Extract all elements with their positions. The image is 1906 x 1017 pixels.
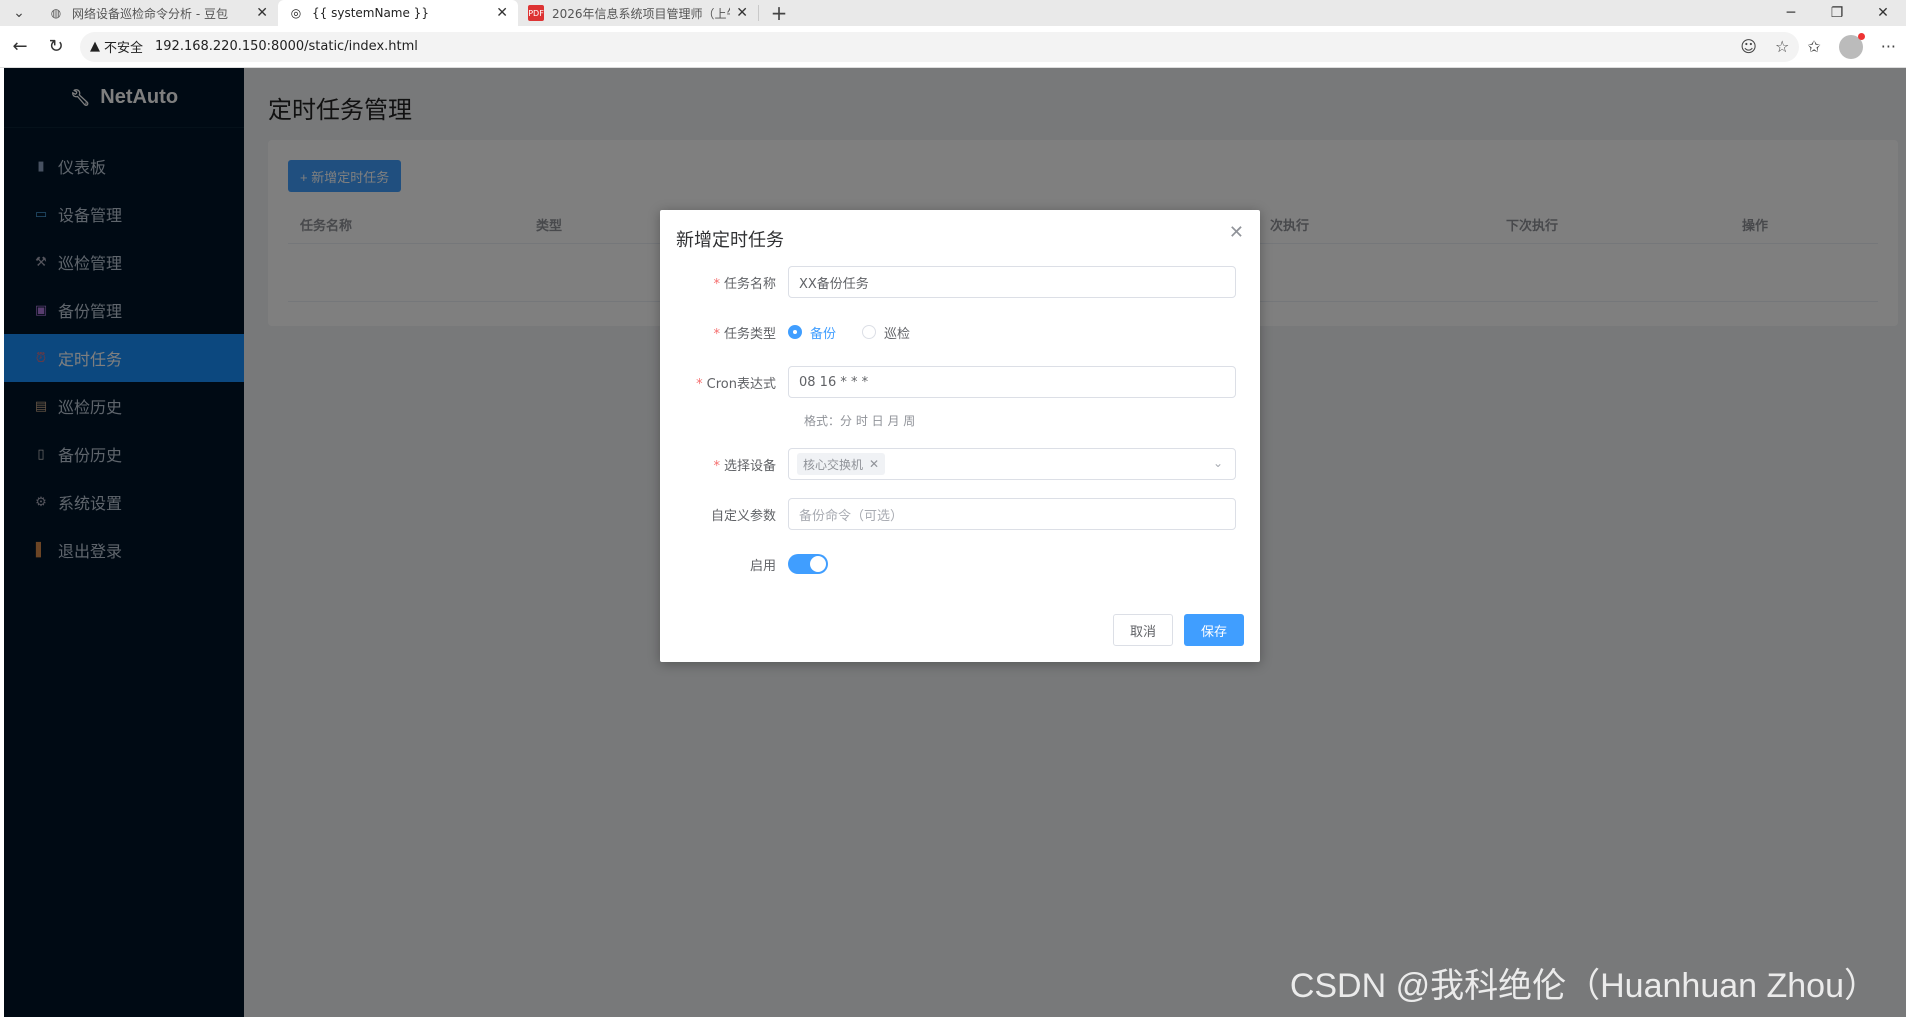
favorite-star-icon[interactable]: ☆	[1775, 37, 1789, 56]
tab-close-icon[interactable]: ✕	[256, 5, 268, 21]
warning-icon: ▲	[90, 39, 100, 54]
tab-close-icon[interactable]: ✕	[496, 5, 508, 21]
field-label: * 选择设备	[713, 458, 776, 474]
tag-close-icon[interactable]: ✕	[869, 457, 879, 471]
cron-input[interactable]: 08 16 * * *	[788, 366, 1236, 398]
security-label: 不安全	[104, 41, 144, 56]
form-row-name: * 任务名称 XX备份任务	[660, 266, 1260, 298]
device-select[interactable]: 核心交换机 ✕ ⌄	[788, 448, 1236, 480]
close-window-icon[interactable]: ✕	[1860, 0, 1906, 26]
task-name-input[interactable]: XX备份任务	[788, 266, 1236, 298]
pdf-icon: PDF	[528, 5, 544, 21]
field-label: 启用	[749, 558, 776, 574]
doubao-icon: ◍	[50, 6, 62, 20]
tab-title: {{ systemName }}	[312, 6, 429, 20]
watermark: CSDN @我科绝伦（Huanhuan Zhou）	[1289, 967, 1878, 1005]
browser-tab-2[interactable]: ◎ {{ systemName }} ✕	[278, 0, 518, 26]
browser-tab-bar: ⌄ ◍ 网络设备巡检命令分析 - 豆包 ✕ ◎ {{ systemName }}…	[0, 0, 1906, 26]
profile-avatar-icon[interactable]	[1838, 32, 1865, 59]
form-row-enable: 启用	[660, 548, 1260, 580]
enable-switch[interactable]	[788, 554, 828, 574]
tab-close-icon[interactable]: ✕	[736, 5, 748, 21]
cancel-button[interactable]: 取消	[1113, 614, 1173, 646]
radio-inspection[interactable]: 巡检	[862, 323, 910, 342]
url-text[interactable]: 192.168.220.150:8000/static/index.html	[155, 39, 1740, 54]
form-row-cron: * Cron表达式 08 16 * * *	[660, 366, 1260, 398]
add-task-dialog: 新增定时任务 ✕ * 任务名称 XX备份任务 * 任务类型 备份 巡检 * Cron表…	[660, 210, 1260, 662]
restore-icon[interactable]: ❐	[1814, 0, 1860, 26]
address-bar: ← ↻ ▲ 不安全 192.168.220.150:8000/static/in…	[0, 26, 1906, 68]
field-label: 自定义参数	[710, 508, 776, 524]
form-row-custom: 自定义参数 备份命令（可选）	[660, 498, 1260, 530]
tab-title: 2026年信息系统项目管理师（上午	[552, 6, 731, 21]
field-label: * Cron表达式	[696, 376, 776, 392]
form-row-devices: * 选择设备 核心交换机 ✕ ⌄	[660, 448, 1260, 480]
tab-list-chevron-icon[interactable]: ⌄	[0, 0, 38, 26]
back-arrow-icon[interactable]: ←	[4, 31, 36, 63]
radio-dot-icon	[862, 325, 877, 339]
chevron-down-icon: ⌄	[1212, 456, 1223, 470]
minimize-icon[interactable]: ─	[1768, 0, 1814, 26]
save-button[interactable]: 保存	[1184, 614, 1244, 646]
close-icon[interactable]: ✕	[1229, 222, 1244, 243]
device-tag: 核心交换机 ✕	[797, 453, 886, 475]
field-label: * 任务类型	[713, 326, 776, 342]
browser-tab-3[interactable]: PDF 2026年信息系统项目管理师（上午 ✕	[518, 0, 758, 26]
new-tab-icon[interactable]: +	[759, 0, 799, 26]
url-field[interactable]: ▲ 不安全 192.168.220.150:8000/static/index.…	[80, 31, 1800, 62]
favorites-list-icon[interactable]: ✩	[1807, 37, 1820, 56]
custom-params-input[interactable]: 备份命令（可选）	[788, 498, 1236, 530]
dialog-title: 新增定时任务	[676, 230, 784, 251]
window-controls: ─ ❐ ✕	[1768, 0, 1906, 26]
reload-icon[interactable]: ↻	[40, 31, 72, 63]
read-aloud-icon[interactable]: ☺	[1740, 37, 1757, 56]
radio-backup[interactable]: 备份	[788, 323, 836, 342]
field-label: * 任务名称	[713, 276, 776, 292]
browser-tab-1[interactable]: ◍ 网络设备巡检命令分析 - 豆包 ✕	[38, 0, 278, 26]
globe-icon: ◎	[290, 6, 302, 20]
radio-dot-icon	[788, 325, 802, 339]
tab-title: 网络设备巡检命令分析 - 豆包	[72, 6, 228, 21]
form-row-type: * 任务类型 备份 巡检	[660, 316, 1260, 348]
cron-hint: 格式：分 时 日 月 周	[804, 414, 916, 428]
more-menu-icon[interactable]: ···	[1881, 37, 1896, 56]
